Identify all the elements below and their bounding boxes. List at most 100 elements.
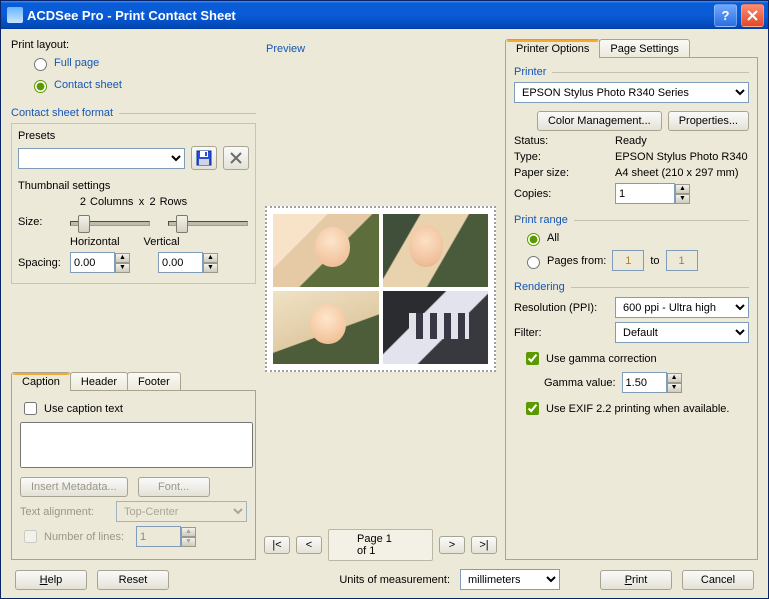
- preview-thumb: [383, 291, 489, 364]
- help-button[interactable]: ?: [714, 4, 737, 27]
- text-alignment-label: Text alignment:: [20, 506, 110, 518]
- text-alignment-select: Top-Center: [116, 501, 247, 522]
- radio-pages-from[interactable]: Pages from:: [522, 253, 606, 269]
- middle-column: Preview |< < Page 1 of 1 > >|: [264, 39, 497, 561]
- paper-label: Paper size:: [514, 167, 609, 179]
- gamma-spinner[interactable]: ▲▼: [622, 372, 682, 393]
- print-button[interactable]: Print: [600, 570, 672, 590]
- filter-select[interactable]: Default: [615, 322, 749, 343]
- caption-textarea[interactable]: [20, 422, 253, 468]
- tab-page-settings[interactable]: Page Settings: [599, 39, 690, 58]
- units-label: Units of measurement:: [339, 574, 450, 586]
- presets-select[interactable]: [18, 148, 185, 169]
- preview-thumb: [383, 214, 489, 287]
- window: ACDSee Pro - Print Contact Sheet ? Print…: [0, 0, 769, 599]
- cancel-button[interactable]: Cancel: [682, 570, 754, 590]
- thumbnail-settings-label: Thumbnail settings: [18, 180, 249, 192]
- spacing-label: Spacing:: [18, 257, 64, 269]
- radio-all-pages[interactable]: All: [522, 230, 749, 246]
- rows-value: 2: [149, 196, 155, 208]
- color-management-button[interactable]: Color Management...: [537, 111, 662, 131]
- font-button: Font...: [138, 477, 210, 497]
- last-page-button[interactable]: >|: [471, 536, 497, 554]
- columns-slider[interactable]: [70, 212, 150, 232]
- left-column: Print layout: Full page Contact sheet Co…: [11, 39, 256, 561]
- insert-metadata-button: Insert Metadata...: [20, 477, 128, 497]
- use-caption-checkbox[interactable]: Use caption text: [20, 399, 247, 418]
- preview-area: [265, 206, 496, 372]
- help-action-button[interactable]: Help: [15, 570, 87, 590]
- print-layout-label: Print layout:: [11, 39, 256, 51]
- number-of-lines-checkbox: Number of lines:: [20, 527, 130, 546]
- horizontal-label: Horizontal: [70, 236, 120, 248]
- save-icon: [196, 150, 212, 166]
- type-label: Type:: [514, 151, 609, 163]
- tab-footer[interactable]: Footer: [127, 372, 181, 391]
- type-value: EPSON Stylus Photo R340: [615, 151, 748, 163]
- pager: |< < Page 1 of 1 > >|: [264, 529, 497, 561]
- titlebar: ACDSee Pro - Print Contact Sheet ?: [1, 1, 768, 29]
- delete-icon: [229, 151, 243, 165]
- print-range-heading: Print range: [514, 214, 749, 226]
- bottom-bar: Help Reset Units of measurement: millime…: [11, 561, 758, 592]
- printer-options-panel: Printer EPSON Stylus Photo R340 Series C…: [505, 57, 758, 560]
- radio-full-page[interactable]: Full page: [29, 55, 256, 71]
- columns-value: 2: [80, 196, 86, 208]
- properties-button[interactable]: Properties...: [668, 111, 749, 131]
- units-select[interactable]: millimeters: [460, 569, 560, 590]
- status-value: Ready: [615, 135, 647, 147]
- contact-sheet-format-heading: Contact sheet format: [11, 107, 256, 119]
- contact-sheet-label: Contact sheet: [54, 79, 122, 91]
- rendering-heading: Rendering: [514, 281, 749, 293]
- tab-caption[interactable]: Caption: [11, 372, 71, 391]
- preview-thumb: [273, 214, 379, 287]
- resolution-select[interactable]: 600 ppi - Ultra high: [615, 297, 749, 318]
- client-area: Print layout: Full page Contact sheet Co…: [1, 29, 768, 598]
- gamma-label: Gamma value:: [544, 377, 616, 389]
- presets-label: Presets: [18, 130, 249, 142]
- vertical-label: Vertical: [144, 236, 180, 248]
- full-page-label: Full page: [54, 57, 99, 69]
- status-label: Status:: [514, 135, 609, 147]
- x-label: x: [137, 196, 145, 208]
- printer-tabs: Printer Options Page Settings: [505, 39, 758, 58]
- vertical-spacing-spinner[interactable]: ▲▼: [158, 252, 218, 273]
- tab-printer-options[interactable]: Printer Options: [505, 39, 600, 58]
- columns-label: Columns: [90, 196, 133, 208]
- preview-thumb: [273, 291, 379, 364]
- presets-group: Presets: [11, 123, 256, 284]
- number-of-lines-spinner: ▲▼: [136, 526, 196, 547]
- pages-to-input: [666, 250, 698, 271]
- tab-header[interactable]: Header: [70, 372, 128, 391]
- delete-preset-button[interactable]: [223, 146, 249, 170]
- reset-button[interactable]: Reset: [97, 570, 169, 590]
- gamma-checkbox[interactable]: Use gamma correction: [522, 349, 749, 368]
- prev-page-button[interactable]: <: [296, 536, 322, 554]
- resolution-label: Resolution (PPI):: [514, 302, 609, 314]
- window-title: ACDSee Pro - Print Contact Sheet: [27, 8, 710, 23]
- pages-to-label: to: [650, 255, 659, 267]
- horizontal-spacing-spinner[interactable]: ▲▼: [70, 252, 130, 273]
- page-indicator: Page 1 of 1: [328, 529, 433, 561]
- size-label: Size:: [18, 216, 64, 228]
- save-preset-button[interactable]: [191, 146, 217, 170]
- radio-contact-sheet[interactable]: Contact sheet: [29, 77, 256, 93]
- right-column: Printer Options Page Settings Printer EP…: [505, 39, 758, 561]
- close-button[interactable]: [741, 4, 764, 27]
- printer-select[interactable]: EPSON Stylus Photo R340 Series: [514, 82, 749, 103]
- exif-checkbox[interactable]: Use EXIF 2.2 printing when available.: [522, 399, 749, 418]
- copies-label: Copies:: [514, 188, 609, 200]
- printer-heading: Printer: [514, 66, 749, 78]
- preview-label: Preview: [266, 43, 497, 55]
- filter-label: Filter:: [514, 327, 609, 339]
- next-page-button[interactable]: >: [439, 536, 465, 554]
- first-page-button[interactable]: |<: [264, 536, 290, 554]
- pages-from-input: [612, 250, 644, 271]
- copies-spinner[interactable]: ▲▼: [615, 183, 690, 204]
- close-icon: [747, 10, 758, 21]
- app-icon: [7, 7, 23, 23]
- rows-label: Rows: [160, 196, 188, 208]
- rows-slider[interactable]: [168, 212, 248, 232]
- paper-value: A4 sheet (210 x 297 mm): [615, 167, 739, 179]
- caption-tabs: Caption Header Footer: [11, 372, 256, 391]
